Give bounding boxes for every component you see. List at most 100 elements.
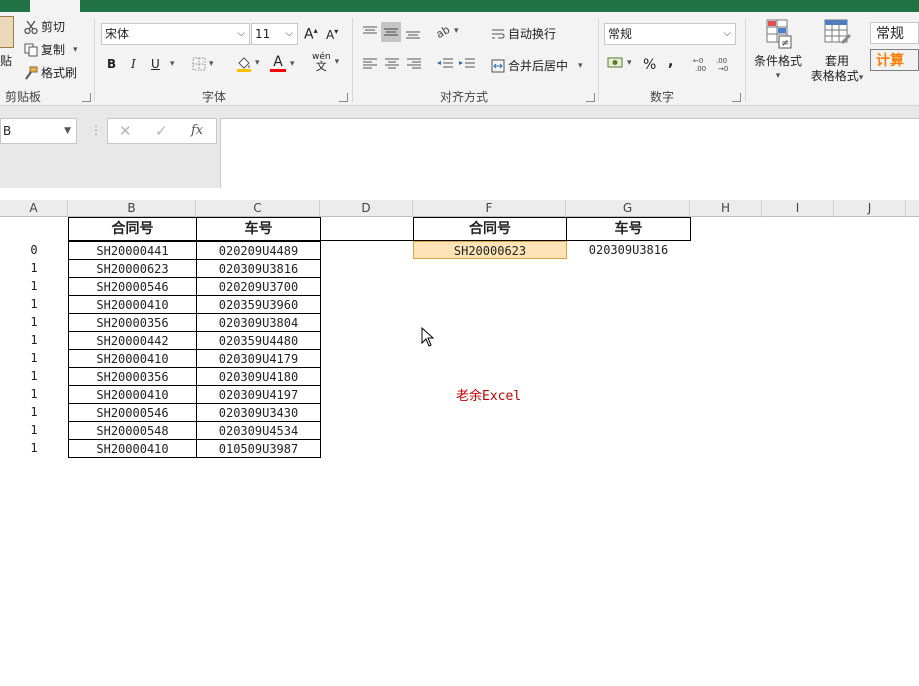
align-left-button[interactable] [362, 57, 378, 71]
col-header-j[interactable]: J [834, 200, 906, 217]
car-number-cell[interactable]: 020309U3430 [196, 403, 321, 422]
decrease-indent-button[interactable] [436, 57, 454, 71]
increase-indent-button[interactable] [458, 57, 476, 71]
row-flag-cell[interactable]: 1 [0, 349, 68, 367]
align-middle-button[interactable] [381, 22, 401, 42]
lookup-header-car[interactable]: 车号 [566, 217, 691, 241]
car-number-cell[interactable]: 020309U4534 [196, 421, 321, 440]
bold-button[interactable]: B [107, 57, 116, 71]
row-flag-cell[interactable]: 1 [0, 295, 68, 313]
format-painter-button[interactable]: 格式刷 [24, 64, 77, 81]
orientation-button[interactable]: ab ▾ [436, 24, 459, 38]
contract-number-cell[interactable]: SH20000442 [68, 331, 197, 350]
lookup-contract-cell[interactable]: SH20000623 [413, 241, 567, 259]
align-center-button[interactable] [384, 57, 400, 71]
table-header-car[interactable]: 车号 [196, 217, 321, 241]
increase-decimal-button[interactable]: ←0.00 [693, 56, 711, 72]
contract-number-cell[interactable]: SH20000410 [68, 439, 197, 458]
car-number-cell[interactable]: 020309U3804 [196, 313, 321, 332]
font-color-button[interactable]: A ▾ [270, 55, 295, 72]
row-flag-cell[interactable]: 1 [0, 403, 68, 421]
font-size-select[interactable]: 11 ⌵ [251, 23, 298, 45]
contract-number-cell[interactable]: SH20000441 [68, 241, 197, 260]
car-number-cell[interactable]: 020359U3960 [196, 295, 321, 314]
contract-number-cell[interactable]: SH20000546 [68, 403, 197, 422]
fill-color-button[interactable]: ▾ [236, 56, 260, 72]
style-calc-cell[interactable]: 计算 [870, 49, 919, 71]
table-header-contract[interactable]: 合同号 [68, 217, 197, 241]
italic-button[interactable]: I [131, 57, 136, 71]
row-flag-cell[interactable]: 1 [0, 259, 68, 277]
accounting-format-button[interactable]: ▾ [607, 56, 632, 70]
check-icon[interactable]: ✓ [155, 122, 168, 140]
chevron-down-icon[interactable]: ▾ [170, 59, 175, 69]
col-header-f[interactable]: F [413, 200, 566, 217]
align-top-button[interactable] [362, 25, 378, 39]
tab-home[interactable] [30, 0, 80, 12]
contract-number-cell[interactable]: SH20000410 [68, 385, 197, 404]
contract-number-cell[interactable]: SH20000410 [68, 349, 197, 368]
row-flag-cell[interactable]: 0 [0, 241, 68, 259]
formula-input[interactable] [220, 118, 919, 188]
merge-center-button[interactable]: 合并后居中 ▾ [491, 57, 583, 74]
name-box[interactable]: B ▼ [0, 118, 77, 144]
paste-button[interactable] [0, 16, 14, 48]
row-flag-cell[interactable]: 1 [0, 367, 68, 385]
cut-button[interactable]: 剪切 [24, 18, 65, 35]
underline-button[interactable]: U [151, 57, 160, 71]
decrease-font-button[interactable]: A▾ [326, 27, 338, 42]
contract-number-cell[interactable]: SH20000548 [68, 421, 197, 440]
car-number-cell[interactable]: 020359U4480 [196, 331, 321, 350]
format-as-table-button[interactable]: 套用 表格格式▾ [806, 18, 868, 86]
contract-number-cell[interactable]: SH20000410 [68, 295, 197, 314]
contract-number-cell[interactable]: SH20000356 [68, 313, 197, 332]
row-flag-cell[interactable]: 1 [0, 385, 68, 403]
clipboard-launcher-icon[interactable] [82, 93, 91, 102]
contract-number-cell[interactable]: SH20000546 [68, 277, 197, 296]
contract-number-cell[interactable]: SH20000356 [68, 367, 197, 386]
decrease-decimal-button[interactable]: .00 →0 [716, 56, 734, 72]
insert-function-button[interactable]: fx [191, 123, 203, 138]
col-header-i[interactable]: I [762, 200, 834, 217]
car-number-cell[interactable]: 020209U3700 [196, 277, 321, 296]
car-number-cell[interactable]: 020309U3816 [196, 259, 321, 278]
lookup-header-contract[interactable]: 合同号 [413, 217, 567, 241]
increase-font-button[interactable]: A▴ [304, 26, 318, 43]
copy-button[interactable]: 复制 ▾ [24, 41, 78, 58]
col-header-c[interactable]: C [196, 200, 320, 217]
number-launcher-icon[interactable] [732, 93, 741, 102]
phonetic-button[interactable]: wén 文 ▾ [312, 52, 339, 72]
col-header-a[interactable]: A [0, 200, 68, 217]
comma-style-button[interactable]: , [668, 54, 673, 70]
col-header-g[interactable]: G [566, 200, 690, 217]
row-flag-cell[interactable]: 1 [0, 421, 68, 439]
row-flag-cell[interactable]: 1 [0, 313, 68, 331]
align-bottom-button[interactable] [405, 25, 421, 39]
row-flag-cell[interactable]: 1 [0, 439, 68, 457]
col-header-k[interactable] [906, 200, 919, 217]
font-name-select[interactable]: 宋体 ⌵ [101, 23, 250, 45]
alignment-launcher-icon[interactable] [586, 93, 595, 102]
font-launcher-icon[interactable] [339, 93, 348, 102]
col-header-d[interactable]: D [320, 200, 413, 217]
car-number-cell[interactable]: 020209U4489 [196, 241, 321, 260]
col-header-h[interactable]: H [690, 200, 762, 217]
lookup-car-cell[interactable]: 020309U3816 [566, 241, 691, 259]
row-flag-cell[interactable]: 1 [0, 277, 68, 295]
conditional-format-button[interactable]: ≠ 条件格式 ▾ [752, 18, 804, 84]
cancel-icon[interactable]: ✕ [119, 122, 132, 140]
car-number-cell[interactable]: 010509U3987 [196, 439, 321, 458]
row-flag-cell[interactable]: 1 [0, 331, 68, 349]
car-number-cell[interactable]: 020309U4180 [196, 367, 321, 386]
car-number-cell[interactable]: 020309U4179 [196, 349, 321, 368]
number-format-select[interactable]: 常规 ⌵ [604, 23, 736, 45]
wrap-text-button[interactable]: 自动换行 [491, 25, 556, 42]
borders-button[interactable]: ▾ [192, 57, 214, 71]
contract-number-cell[interactable]: SH20000623 [68, 259, 197, 278]
style-normal-cell[interactable]: 常规 [870, 22, 919, 44]
col-header-b[interactable]: B [68, 200, 196, 217]
car-number-cell[interactable]: 020309U4197 [196, 385, 321, 404]
cell-d1[interactable] [320, 217, 414, 241]
align-right-button[interactable] [406, 57, 422, 71]
percent-style-button[interactable]: % [643, 57, 656, 73]
